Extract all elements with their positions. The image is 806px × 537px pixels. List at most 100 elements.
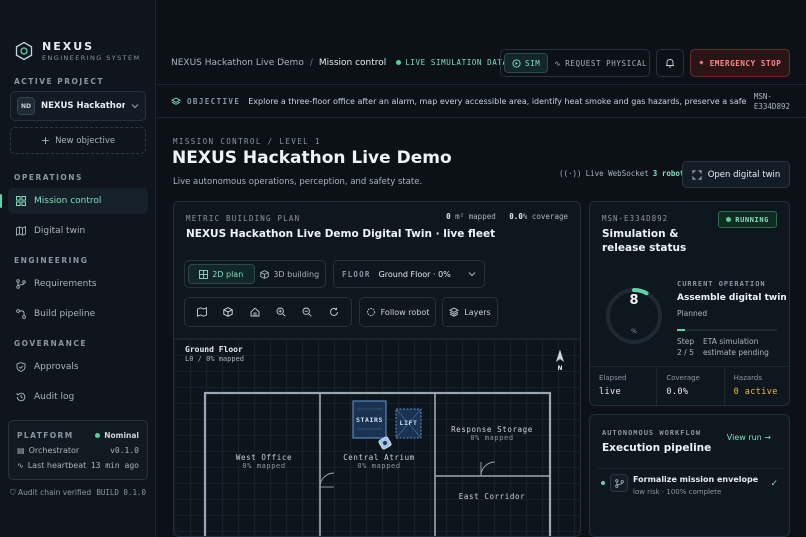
project-name: NEXUS Hackathon ... [41,101,125,111]
live-simulation-badge: LIVE SIMULATION DATA [396,58,507,67]
home-icon [250,307,260,317]
sidebar-item-label: Audit log [34,392,75,402]
new-objective-label: New objective [55,135,116,146]
running-badge: RUNNING [718,211,777,228]
page-subtitle: Live autonomous operations, perception, … [173,177,423,187]
mode-toggle: SIM ∿ REQUEST PHYSICAL [500,49,650,77]
platform-status: Nominal [95,431,139,440]
list-item[interactable]: Formalize mission envelope low risk · 10… [598,468,784,498]
chevron-down-icon [131,104,139,109]
current-operation: Assemble digital twin [677,293,787,303]
map-icon [197,307,208,317]
request-physical-button[interactable]: ∿ REQUEST PHYSICAL [548,59,653,68]
sidebar-item-digital-twin[interactable]: Digital twin [8,218,148,244]
layers-button[interactable]: Layers [442,297,498,327]
zoom-in-icon [276,307,286,317]
emergency-stop-button[interactable]: ✷ EMERGENCY STOP [690,49,790,77]
platform-status-card: PLATFORM Nominal ▤ Orchestrator v0.1.0 ∿ L… [8,420,148,480]
breadcrumb-project[interactable]: NEXUS Hackathon Live Demo [171,58,304,68]
sidebar-item-label: Approvals [34,362,79,372]
broadcast-icon: ((·)) [559,169,582,178]
status-dot-icon [601,481,605,485]
active-project-label: ACTIVE PROJECT [14,77,104,86]
zoom-out-button[interactable] [298,303,316,321]
audit-chain-footer: ⛉ Audit chain verified BUILD 0.1.0 [10,488,146,498]
project-selector[interactable]: ND NEXUS Hackathon ... [10,91,146,121]
websocket-status: ((·)) Live WebSocket 3 robots [559,169,689,178]
sidebar-item-label: Mission control [34,196,102,206]
status-dot-icon [396,60,402,65]
map-view-button[interactable] [193,303,211,321]
sidebar-item-approvals[interactable]: Approvals [8,354,148,380]
metric-elapsed: Elapsed live [590,367,658,405]
view-2d-plan-button[interactable]: 2D plan [188,264,255,284]
eta-value: estimate pending [703,348,769,357]
workflow-kicker: AUTONOMOUS WORKFLOW [602,429,702,437]
eta-label: ETA simulation [703,337,759,346]
operation-step-info: Step ETA simulation 2 / 5 estimate pending [677,336,785,358]
breadcrumb-separator: / [309,57,313,68]
hexagon-logo-icon [15,41,33,61]
sidebar-item-requirements[interactable]: Requirements [8,271,148,297]
view-3d-building-button[interactable]: 3D building [258,264,323,284]
rotate-icon [329,307,338,316]
operation-progress-fill [677,329,685,331]
mission-id: MSN- E334D892 [753,92,790,111]
objective-label: OBJECTIVE [187,97,241,106]
grid-icon [16,196,26,206]
room-west-office[interactable]: West Office 0% mapped [214,453,314,470]
history-icon [16,392,26,402]
platform-row-label: ▤ Orchestrator [17,446,80,455]
platform-row-label: ∿ Last heartbeat [17,461,87,470]
layers-icon [449,307,460,317]
audit-chain-status: ⛉ Audit chain verified [10,488,92,497]
room-central-atrium[interactable]: Central Atrium 0% mapped [329,453,429,470]
status-dot-icon [95,433,101,438]
sidebar-item-label: Build pipeline [34,309,96,319]
map-toolbar [184,297,352,327]
sidebar: NEXUS ENGINEERING SYSTEM ACTIVE PROJECT … [0,0,156,537]
open-digital-twin-button[interactable]: Open digital twin [682,161,790,188]
floor-selector[interactable]: FLOOR Ground Floor · 0% [333,260,485,288]
step-value: 2 / 5 [677,348,694,357]
execution-pipeline-panel: AUTONOMOUS WORKFLOW Execution pipeline V… [589,414,790,537]
new-objective-button[interactable]: + New objective [10,127,146,154]
home-view-button[interactable] [246,303,264,321]
lift-label: LIFT [399,419,418,427]
branch-icon [16,279,26,289]
room-east-corridor[interactable]: East Corridor [444,492,540,501]
top-bar: NEXUS Hackathon Live Demo / Mission cont… [157,41,806,85]
floor-plan-canvas[interactable]: Ground Floor L0 / 0% mapped N West Offic… [174,338,580,536]
sidebar-item-audit-log[interactable]: Audit log [8,384,148,410]
follow-robot-button[interactable]: Follow robot [359,297,436,327]
sidebar-item-label: Digital twin [34,226,86,236]
brand[interactable]: NEXUS ENGINEERING SYSTEM [14,40,141,62]
notifications-button[interactable] [656,49,684,77]
breadcrumb-current: Mission control [318,57,387,68]
step-label: Step [677,337,695,346]
layers-stack-icon [171,96,181,105]
progress-unit: % [631,328,637,335]
sidebar-item-mission-control[interactable]: Mission control [0,188,148,214]
cube-view-button[interactable] [219,303,237,321]
room-response-storage[interactable]: Response Storage 0% mapped [439,425,545,442]
stairs-label: STAIRS [355,416,384,424]
sidebar-item-build-pipeline[interactable]: Build pipeline [8,301,148,327]
status-dot-icon [726,217,732,222]
reset-view-button[interactable] [325,303,343,321]
status-metrics: Elapsed live Coverage 0.0% Hazards 0 act… [590,366,789,405]
map-kicker: METRIC BUILDING PLAN [186,214,301,223]
view-run-link[interactable]: View run → [727,433,771,442]
current-operation-label: CURRENT OPERATION [677,280,766,288]
sim-mode-button[interactable]: SIM [504,53,549,73]
cube-icon [260,269,270,279]
zoom-in-button[interactable] [272,303,290,321]
zoom-out-icon [303,307,313,317]
plus-icon: + [40,134,51,147]
shield-check-icon: ⛉ [10,488,16,497]
sidebar-item-label: Requirements [34,279,97,289]
floor-label: FLOOR [342,269,371,279]
page-title: NEXUS Hackathon Live Demo [172,148,452,168]
crosshair-icon [366,308,375,316]
workflow-step-name: Formalize mission envelope [633,475,759,484]
